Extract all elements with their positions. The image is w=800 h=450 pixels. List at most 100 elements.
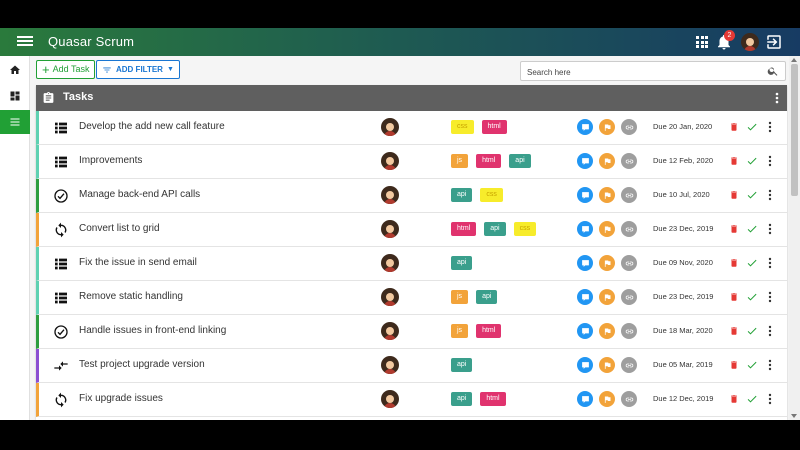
flag-icon[interactable] xyxy=(599,391,615,407)
link-icon[interactable] xyxy=(621,289,637,305)
label-chip-css[interactable]: css xyxy=(480,188,503,202)
link-icon[interactable] xyxy=(621,119,637,135)
add-filter-button[interactable]: ADD FILTER ▼ xyxy=(96,60,180,79)
comment-icon[interactable] xyxy=(577,391,593,407)
delete-icon[interactable] xyxy=(729,393,739,405)
check-icon[interactable] xyxy=(746,155,758,167)
check-icon[interactable] xyxy=(746,189,758,201)
task-title[interactable]: Remove static handling xyxy=(79,291,183,302)
more-vert-icon[interactable] xyxy=(768,325,772,337)
label-chip-api[interactable]: api xyxy=(451,392,473,406)
comment-icon[interactable] xyxy=(577,119,593,135)
check-icon[interactable] xyxy=(746,223,758,235)
task-row[interactable]: Convert list to grid html api css Due 23 D… xyxy=(36,213,787,247)
flag-icon[interactable] xyxy=(599,323,615,339)
scroll-down-arrow[interactable] xyxy=(791,414,797,418)
task-title[interactable]: Fix the issue in send email xyxy=(79,257,197,268)
search-icon[interactable] xyxy=(767,65,779,77)
more-vert-icon[interactable] xyxy=(768,291,772,303)
label-chip-html[interactable]: html xyxy=(481,120,507,134)
label-chip-html[interactable]: html xyxy=(480,392,506,406)
assignee-avatar[interactable] xyxy=(381,152,399,170)
comment-icon[interactable] xyxy=(577,323,593,339)
delete-icon[interactable] xyxy=(729,155,739,167)
scroll-thumb[interactable] xyxy=(791,64,798,196)
task-title[interactable]: Improvements xyxy=(79,155,142,166)
sidebar-item-tasks[interactable] xyxy=(0,110,30,134)
assignee-avatar[interactable] xyxy=(381,254,399,272)
more-vert-icon[interactable] xyxy=(768,223,772,235)
link-icon[interactable] xyxy=(621,187,637,203)
label-chip-js[interactable]: js xyxy=(451,324,469,338)
delete-icon[interactable] xyxy=(729,291,739,303)
check-icon[interactable] xyxy=(746,359,758,371)
user-avatar[interactable] xyxy=(741,33,759,51)
task-title[interactable]: Manage back-end API calls xyxy=(79,189,200,200)
task-title[interactable]: Handle issues in front-end linking xyxy=(79,325,226,336)
delete-icon[interactable] xyxy=(729,189,739,201)
check-icon[interactable] xyxy=(746,121,758,133)
delete-icon[interactable] xyxy=(729,257,739,269)
assignee-avatar[interactable] xyxy=(381,356,399,374)
comment-icon[interactable] xyxy=(577,221,593,237)
check-icon[interactable] xyxy=(746,393,758,405)
check-icon[interactable] xyxy=(746,291,758,303)
link-icon[interactable] xyxy=(621,153,637,169)
assignee-avatar[interactable] xyxy=(381,186,399,204)
flag-icon[interactable] xyxy=(599,153,615,169)
label-chip-html[interactable]: html xyxy=(476,154,502,168)
label-chip-css[interactable]: css xyxy=(451,120,474,134)
delete-icon[interactable] xyxy=(729,223,739,235)
label-chip-css[interactable]: css xyxy=(513,222,537,236)
task-title[interactable]: Test project upgrade version xyxy=(79,359,205,370)
more-vert-icon[interactable] xyxy=(768,189,772,201)
assignee-avatar[interactable] xyxy=(381,390,399,408)
add-task-button[interactable]: + Add Task xyxy=(36,60,96,79)
label-chip-api[interactable]: api xyxy=(451,188,473,202)
flag-icon[interactable] xyxy=(599,119,615,135)
search-input[interactable] xyxy=(521,63,751,82)
apps-grid-icon[interactable] xyxy=(693,33,711,51)
task-row[interactable]: Develop the add new call feature css html… xyxy=(36,111,787,145)
comment-icon[interactable] xyxy=(577,153,593,169)
check-icon[interactable] xyxy=(746,257,758,269)
assignee-avatar[interactable] xyxy=(381,288,399,306)
task-row[interactable]: Fix the issue in send email api Due 09 N… xyxy=(36,247,787,281)
label-chip-api[interactable]: api xyxy=(509,154,531,168)
sidebar-item-home[interactable] xyxy=(0,58,30,82)
more-vert-icon[interactable] xyxy=(768,121,772,133)
task-title[interactable]: Develop the add new call feature xyxy=(79,121,225,132)
delete-icon[interactable] xyxy=(729,359,739,371)
assignee-avatar[interactable] xyxy=(381,322,399,340)
task-row[interactable]: Manage back-end API calls api css Due 10 … xyxy=(36,179,787,213)
flag-icon[interactable] xyxy=(599,187,615,203)
label-chip-api[interactable]: api xyxy=(484,222,506,236)
comment-icon[interactable] xyxy=(577,187,593,203)
label-chip-api[interactable]: api xyxy=(451,256,473,270)
more-vert-icon[interactable] xyxy=(768,393,772,405)
task-row[interactable]: Fix upgrade issues api html Due 12 Dec, 2… xyxy=(36,383,787,417)
more-vert-icon[interactable] xyxy=(768,359,772,371)
flag-icon[interactable] xyxy=(599,221,615,237)
task-row[interactable]: Remove static handling js api Due 23 Dec,… xyxy=(36,281,787,315)
link-icon[interactable] xyxy=(621,391,637,407)
delete-icon[interactable] xyxy=(729,325,739,337)
label-chip-html[interactable]: html xyxy=(451,222,477,236)
flag-icon[interactable] xyxy=(599,357,615,373)
delete-icon[interactable] xyxy=(729,121,739,133)
task-title[interactable]: Fix upgrade issues xyxy=(79,393,163,404)
sidebar-item-dashboard[interactable] xyxy=(0,84,30,108)
task-row[interactable]: Test project upgrade version api Due 05 … xyxy=(36,349,787,383)
label-chip-js[interactable]: js xyxy=(451,290,469,304)
more-vert-icon[interactable] xyxy=(775,92,779,104)
link-icon[interactable] xyxy=(621,357,637,373)
more-vert-icon[interactable] xyxy=(768,155,772,167)
label-chip-html[interactable]: html xyxy=(476,324,502,338)
comment-icon[interactable] xyxy=(577,289,593,305)
comment-icon[interactable] xyxy=(577,255,593,271)
flag-icon[interactable] xyxy=(599,289,615,305)
assignee-avatar[interactable] xyxy=(381,220,399,238)
link-icon[interactable] xyxy=(621,255,637,271)
menu-icon[interactable] xyxy=(17,34,33,50)
label-chip-api[interactable]: api xyxy=(476,290,498,304)
